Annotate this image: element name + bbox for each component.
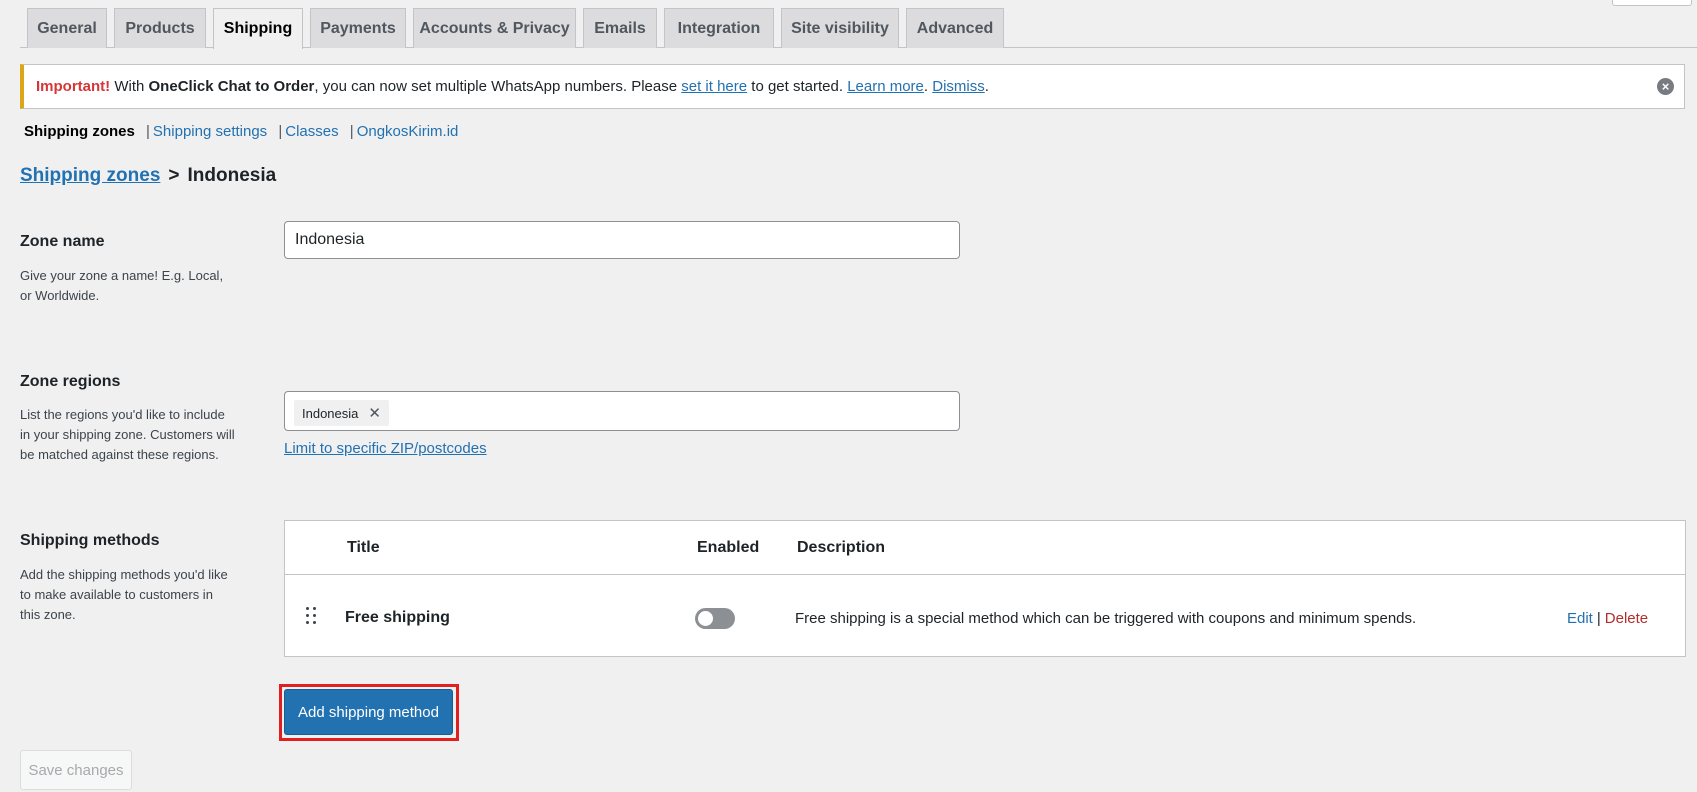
tab-integration[interactable]: Integration xyxy=(664,8,774,48)
notice-text: With xyxy=(110,78,149,95)
breadcrumb-separator: > xyxy=(168,165,180,186)
tab-site-visibility[interactable]: Site visibility xyxy=(781,8,899,48)
breadcrumb-shipping-zones-link[interactable]: Shipping zones xyxy=(20,165,160,186)
tab-shipping[interactable]: Shipping xyxy=(213,8,303,49)
notice-text: . xyxy=(984,78,989,95)
tab-emails[interactable]: Emails xyxy=(583,8,657,48)
column-title: Title xyxy=(347,539,380,556)
actions-separator: | xyxy=(1596,610,1601,627)
limit-zip-postcodes-link[interactable]: Limit to specific ZIP/postcodes xyxy=(284,440,487,457)
subnav-shipping-settings[interactable]: Shipping settings xyxy=(153,123,267,140)
subnav-classes[interactable]: Classes xyxy=(285,123,338,140)
save-changes-button: Save changes xyxy=(20,750,132,790)
method-actions: Edit | Delete xyxy=(1567,610,1648,627)
region-chip: Indonesia ✕ xyxy=(294,400,389,426)
subnav-shipping-zones[interactable]: Shipping zones xyxy=(24,123,135,140)
toggle-knob xyxy=(698,611,713,626)
notice-important-label: Important! xyxy=(36,78,111,95)
notice-text: to get started. xyxy=(747,78,848,95)
column-description: Description xyxy=(797,539,886,556)
subnav-ongkoskirim[interactable]: OngkosKirim.id xyxy=(357,123,459,140)
table-header: Title Enabled Description xyxy=(285,521,1685,575)
notice-text: . xyxy=(923,78,933,95)
zone-regions-label: Zone regions xyxy=(20,373,121,390)
zone-name-input[interactable] xyxy=(284,221,960,259)
subnav-separator: | xyxy=(349,123,354,140)
notice-plugin-name: OneClick Chat to Order xyxy=(148,78,315,95)
notice-learn-more-link[interactable]: Learn more xyxy=(847,78,924,95)
delete-method-link[interactable]: Delete xyxy=(1605,610,1648,627)
tab-payments[interactable]: Payments xyxy=(310,8,406,48)
notice-text: , you can now set multiple WhatsApp numb… xyxy=(314,78,682,95)
shipping-methods-label: Shipping methods xyxy=(20,532,160,549)
zone-name-description: Give your zone a name! E.g. Local, or Wo… xyxy=(20,268,224,303)
notice-dismiss-link[interactable]: Dismiss xyxy=(932,78,985,95)
method-description: Free shipping is a special method which … xyxy=(795,610,1417,627)
column-enabled: Enabled xyxy=(697,539,760,556)
shipping-methods-table: Title Enabled Description Free shipping … xyxy=(284,520,1686,657)
shipping-subnav: Shipping zones | Shipping settings | Class… xyxy=(24,123,458,140)
tab-advanced[interactable]: Advanced xyxy=(906,8,1004,48)
tab-products[interactable]: Products xyxy=(114,8,206,48)
breadcrumb: Shipping zones > Indonesia xyxy=(20,165,276,187)
zone-regions-description: List the regions you'd like to include i… xyxy=(20,407,235,462)
drag-handle-icon[interactable] xyxy=(305,607,317,625)
method-enabled-toggle[interactable] xyxy=(695,608,735,629)
close-icon[interactable]: × xyxy=(1657,78,1674,95)
subnav-separator: | xyxy=(278,123,283,140)
method-title: Free shipping xyxy=(345,609,450,626)
region-chip-label: Indonesia xyxy=(302,405,359,421)
tab-accounts-privacy[interactable]: Accounts & Privacy xyxy=(413,8,576,48)
remove-chip-icon[interactable]: ✕ xyxy=(368,404,381,422)
breadcrumb-current: Indonesia xyxy=(187,165,277,186)
edit-method-link[interactable]: Edit xyxy=(1567,610,1593,627)
add-shipping-method-button[interactable]: Add shipping method xyxy=(284,689,453,735)
shipping-methods-description: Add the shipping methods you'd like to m… xyxy=(20,567,228,622)
zone-name-label: Zone name xyxy=(20,233,105,250)
subnav-separator: | xyxy=(146,123,150,140)
notice-set-it-here-link[interactable]: set it here xyxy=(681,78,747,95)
screen-options-tab[interactable] xyxy=(1612,0,1692,6)
settings-tabs: General Products Shipping Payments Accou… xyxy=(20,0,1697,49)
tab-general[interactable]: General xyxy=(27,8,107,48)
admin-notice: Important! With OneClick Chat to Order, … xyxy=(20,64,1685,109)
